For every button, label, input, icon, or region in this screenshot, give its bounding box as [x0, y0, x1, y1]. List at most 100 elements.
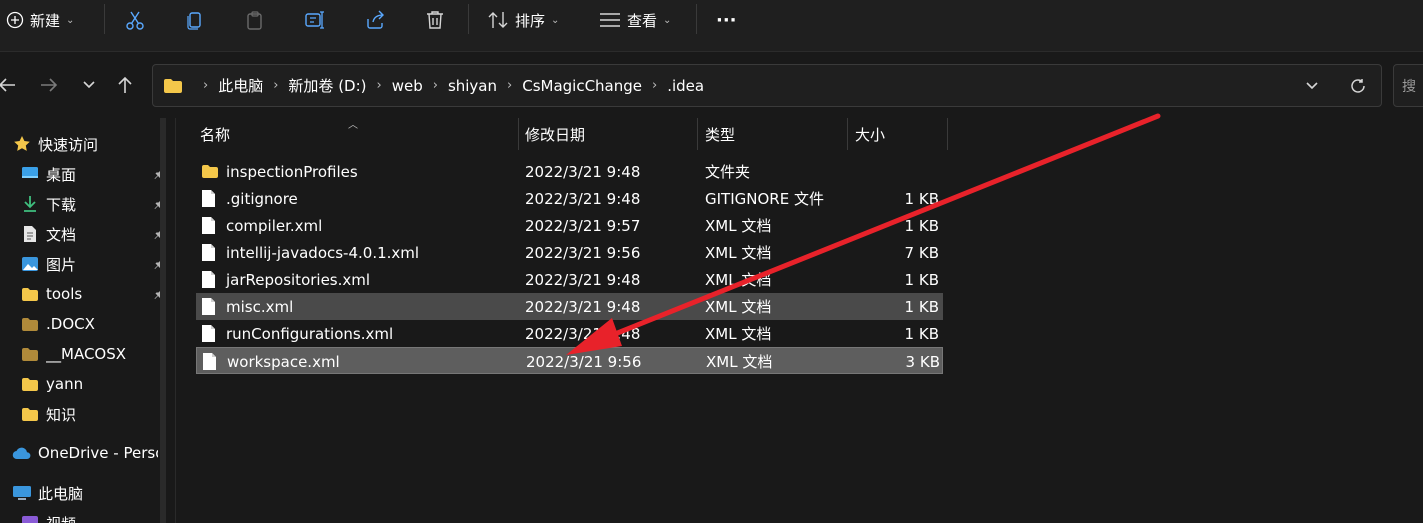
command-bar: 新建 ⌄ 排序 ⌄ 查看 ⌄ ··· — [0, 0, 1423, 52]
sort-button[interactable]: 排序 ⌄ — [487, 6, 559, 34]
chevron-right-icon[interactable]: › — [203, 78, 208, 93]
breadcrumb-item[interactable]: 新加卷 (D:) — [288, 75, 366, 96]
file-row[interactable]: misc.xml 2022/3/21 9:48 XML 文档 1 KB — [196, 293, 943, 320]
computer-icon — [12, 483, 32, 503]
sidebar-item-label: 图片 — [46, 255, 77, 274]
column-header-label: 大小 — [855, 125, 886, 144]
view-button[interactable]: 查看 ⌄ — [599, 6, 671, 34]
folder-icon — [20, 284, 40, 304]
address-row: › 此电脑 › 新加卷 (D:) › web › shiyan › CsMagicChange ›.… — [0, 52, 1423, 118]
breadcrumb-item[interactable]: shiyan — [448, 77, 497, 95]
column-divider[interactable] — [847, 118, 848, 150]
trash-icon — [427, 11, 443, 29]
chevron-down-icon: ⌄ — [663, 14, 672, 26]
chevron-right-icon[interactable]: › — [273, 78, 278, 93]
file-size — [855, 158, 939, 185]
up-button[interactable] — [112, 72, 138, 98]
file-row[interactable]: jarRepositories.xml 2022/3/21 9:48 XML 文档 1… — [196, 266, 943, 293]
file-row[interactable]: workspace.xml 2022/3/21 9:56 XML 文档 3 KB — [196, 347, 943, 374]
sidebar-item[interactable]: 文档 — [20, 219, 180, 249]
sidebar-item[interactable]: 知识 — [20, 399, 180, 429]
file-icon — [201, 293, 221, 320]
file-type: XML 文档 — [705, 298, 772, 316]
breadcrumb-item[interactable]: .idea — [667, 77, 704, 95]
list-view-icon — [600, 13, 620, 27]
sidebar-item-label: 此电脑 — [38, 484, 84, 503]
column-header-label: 名称 — [200, 125, 231, 144]
toolbar-divider — [696, 4, 697, 34]
sidebar-item-label: 桌面 — [46, 165, 77, 184]
file-name: jarRepositories.xml — [226, 270, 371, 289]
more-options-button[interactable]: ··· — [716, 6, 737, 34]
cut-button[interactable] — [124, 6, 146, 34]
breadcrumb-item[interactable]: web — [392, 77, 423, 95]
sidebar-item-label: 知识 — [46, 405, 77, 424]
file-size: 1 KB — [904, 270, 939, 289]
column-divider[interactable] — [947, 118, 948, 150]
rename-button[interactable] — [304, 6, 326, 34]
clipboard-icon — [247, 11, 262, 30]
file-date: 2022/3/21 9:48 — [525, 270, 641, 289]
column-header-type[interactable]: 类型 — [705, 118, 845, 150]
breadcrumb-item[interactable]: CsMagicChange — [522, 77, 642, 95]
address-bar[interactable]: › 此电脑 › 新加卷 (D:) › web › shiyan › CsMagicChange ›.… — [152, 64, 1382, 107]
file-row[interactable]: compiler.xml 2022/3/21 9:57 XML 文档 1 KB — [196, 212, 943, 239]
file-row[interactable]: .gitignore 2022/3/21 9:48 GITIGNORE 文件 1 KB — [196, 185, 943, 212]
delete-button[interactable] — [424, 6, 446, 34]
file-row[interactable]: runConfigurations.xml 2022/3/21 9:48 XML 文… — [196, 320, 943, 347]
sidebar-item[interactable]: 图片 — [20, 249, 180, 279]
sidebar-item-videos[interactable]: 视频 — [20, 508, 180, 523]
sidebar-item-this-pc[interactable]: 此电脑 — [12, 478, 172, 508]
chevron-right-icon[interactable]: › — [652, 78, 657, 93]
toolbar-divider — [468, 4, 469, 34]
arrow-right-icon — [41, 78, 58, 92]
copy-button[interactable] — [184, 6, 206, 34]
column-divider[interactable] — [518, 118, 519, 150]
arrow-left-icon — [0, 78, 15, 92]
file-date: 2022/3/21 9:56 — [526, 352, 642, 371]
sidebar-item[interactable]: .DOCX — [20, 309, 180, 339]
file-row[interactable]: inspectionProfiles 2022/3/21 9:48 文件夹 — [196, 158, 943, 185]
refresh-button[interactable] — [1335, 65, 1381, 106]
file-name: .gitignore — [226, 189, 298, 208]
sidebar-scrollbar[interactable] — [160, 118, 166, 523]
sidebar-item-quick-access[interactable]: 快速访问 — [12, 129, 172, 159]
file-date: 2022/3/21 9:56 — [525, 243, 641, 262]
file-date: 2022/3/21 9:48 — [525, 189, 641, 208]
back-button[interactable] — [0, 72, 20, 98]
file-name: inspectionProfiles — [226, 162, 358, 181]
sidebar-item[interactable]: tools — [20, 279, 180, 309]
paste-button[interactable] — [244, 6, 266, 34]
navigation-pane: 快速访问 桌面 下载 文档 图片 tools .DOCX __MACOSX yann 知识 On… — [0, 118, 166, 523]
new-button-label: 新建 — [30, 11, 61, 30]
sidebar-item-label: .DOCX — [46, 315, 95, 333]
new-button[interactable]: 新建 ⌄ — [6, 6, 74, 34]
share-button[interactable] — [364, 6, 386, 34]
sidebar-item[interactable]: __MACOSX — [20, 339, 180, 369]
column-header-label: 修改日期 — [525, 125, 586, 144]
breadcrumb-item[interactable]: 此电脑 — [218, 75, 263, 96]
search-input[interactable]: 搜 — [1393, 64, 1423, 107]
forward-button[interactable] — [36, 72, 62, 98]
address-dropdown-button[interactable] — [1289, 65, 1335, 106]
sidebar-item-label: 下载 — [46, 195, 77, 214]
recent-locations-button[interactable] — [76, 72, 102, 98]
chevron-right-icon[interactable]: › — [433, 78, 438, 93]
file-date: 2022/3/21 9:48 — [525, 162, 641, 181]
file-date: 2022/3/21 9:57 — [525, 216, 641, 235]
file-row[interactable]: intellij-javadocs-4.0.1.xml 2022/3/21 9:5… — [196, 239, 943, 266]
sidebar-item[interactable]: 下载 — [20, 189, 180, 219]
chevron-right-icon[interactable]: › — [507, 78, 512, 93]
column-header-date[interactable]: 修改日期 — [525, 118, 695, 150]
file-type: XML 文档 — [706, 353, 773, 371]
file-type: XML 文档 — [705, 325, 772, 343]
sidebar-item[interactable]: yann — [20, 369, 180, 399]
column-header-name[interactable]: 名称 — [200, 118, 516, 150]
sidebar-item-onedrive[interactable]: OneDrive - Perso — [12, 438, 172, 468]
file-icon — [201, 239, 221, 266]
sidebar-item[interactable]: 桌面 — [20, 159, 180, 189]
column-header-size[interactable]: 大小 — [855, 118, 945, 150]
chevron-right-icon[interactable]: › — [377, 78, 382, 93]
column-divider[interactable] — [697, 118, 698, 150]
folder-icon — [20, 374, 40, 394]
